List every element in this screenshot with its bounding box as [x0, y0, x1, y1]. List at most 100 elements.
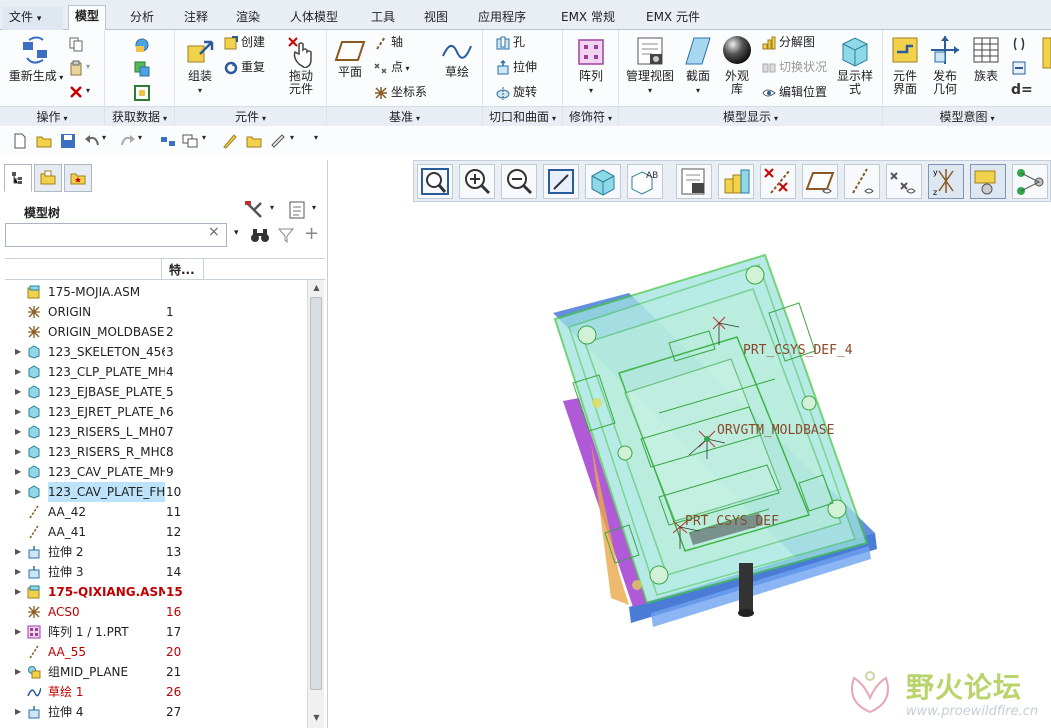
tree-row[interactable]: AA_55 20: [5, 642, 307, 662]
group-label-cut-surface[interactable]: 切口和曲面 ▾: [483, 106, 562, 126]
assemble-button[interactable]: 组装 ▾: [181, 36, 219, 97]
chevron-down-icon[interactable]: ▾: [270, 203, 274, 212]
tree-scrollbar[interactable]: ▲ ▼: [307, 280, 324, 728]
expand-arrow-icon[interactable]: ▶: [15, 342, 25, 362]
chevron-down-icon[interactable]: ▾: [138, 133, 142, 142]
tab-render[interactable]: 渲染: [230, 7, 266, 30]
axis-button[interactable]: 轴: [373, 32, 403, 52]
csys-display-button[interactable]: yz: [928, 164, 964, 199]
expand-arrow-icon[interactable]: ▶: [15, 562, 25, 582]
chevron-down-icon[interactable]: ▾: [202, 133, 206, 142]
tree-row[interactable]: ▶ 175-QIXIANG.ASM 15: [5, 582, 307, 602]
tab-emx-components[interactable]: EMX 元件: [640, 7, 706, 30]
tree-row[interactable]: ACS0 16: [5, 602, 307, 622]
tree-row[interactable]: ▶ 组MID_PLANE 21: [5, 662, 307, 682]
save-icon[interactable]: [60, 133, 76, 149]
switch-dimensions-icon[interactable]: [1011, 60, 1027, 76]
expand-arrow-icon[interactable]: ▶: [15, 542, 25, 562]
expand-arrow-icon[interactable]: ▶: [15, 402, 25, 422]
tree-row[interactable]: ▶ 拉伸 4 27: [5, 702, 307, 722]
group-label-datum[interactable]: 基准 ▾: [327, 106, 482, 126]
chevron-down-icon[interactable]: ▾: [86, 86, 90, 95]
appearance-library-button[interactable]: 外观 库: [719, 34, 755, 96]
tree-row[interactable]: ▶ 123_CAV_PLATE_MH 9: [5, 462, 307, 482]
tree-row[interactable]: ▶ 123_RISERS_R_MH0(8: [5, 442, 307, 462]
expand-arrow-icon[interactable]: ▶: [15, 442, 25, 462]
group-label-modifier[interactable]: 修饰符 ▾: [563, 106, 618, 126]
tree-row[interactable]: ▶ 123_EJBASE_PLATE_I 5: [5, 382, 307, 402]
tree-row[interactable]: ▶ 123_EJRET_PLATE_M 6: [5, 402, 307, 422]
datum-display-button[interactable]: [760, 164, 796, 199]
tab-model-tree[interactable]: [4, 164, 32, 192]
show-options-icon[interactable]: [288, 200, 306, 220]
shrinkwrap-icon[interactable]: [133, 84, 151, 102]
graphics-window[interactable]: PRT_CSYS_DEF_4 ORVGTM_MOLDBASE PRT_CSYS_…: [329, 203, 1051, 728]
expand-arrow-icon[interactable]: ▶: [15, 702, 25, 722]
windows-icon[interactable]: [182, 133, 198, 149]
paste-icon[interactable]: [68, 60, 84, 76]
column-feature-id[interactable]: 特...: [169, 261, 195, 278]
tree-row[interactable]: ▶ 阵列 1 / 1.PRT 17: [5, 622, 307, 642]
group-label-component[interactable]: 元件 ▾: [175, 106, 326, 126]
zoom-out-button[interactable]: [501, 164, 537, 199]
tree-row[interactable]: ▶ 123_SKELETON_456 3: [5, 342, 307, 362]
parameters-icon[interactable]: [1011, 36, 1027, 52]
expand-arrow-icon[interactable]: ▶: [15, 382, 25, 402]
relations-button[interactable]: d=: [1011, 82, 1033, 98]
expand-arrow-icon[interactable]: ▶: [15, 582, 25, 602]
expand-arrow-icon[interactable]: ▶: [15, 622, 25, 642]
tab-model[interactable]: 模型: [68, 5, 107, 31]
expand-arrow-icon[interactable]: ▶: [15, 662, 25, 682]
annotation-display-button[interactable]: [1012, 164, 1048, 199]
sketch-button[interactable]: 草绘: [439, 38, 475, 79]
tab-applications[interactable]: 应用程序: [472, 7, 532, 30]
group-label-model-display[interactable]: 模型显示 ▾: [619, 106, 882, 126]
tree-row[interactable]: AA_42 11: [5, 502, 307, 522]
toggle-state-button[interactable]: 切换状况: [761, 57, 827, 77]
family-table-button[interactable]: 族表: [969, 34, 1003, 83]
saved-orientations-button[interactable]: AB: [627, 164, 663, 199]
customize-toolbar-icon[interactable]: ▾: [314, 133, 318, 142]
tab-folder-browser[interactable]: [34, 164, 62, 192]
axis-display-button[interactable]: [844, 164, 880, 199]
edit-position-button[interactable]: 编辑位置: [761, 82, 827, 102]
chevron-down-icon[interactable]: ▾: [102, 133, 106, 142]
tree-row[interactable]: 175-MOJIA.ASM: [5, 282, 307, 302]
open-folder-icon[interactable]: [36, 133, 52, 149]
display-style-view-button[interactable]: [585, 164, 621, 199]
drag-component-button[interactable]: 拖动 元件: [281, 34, 321, 96]
manage-views-button[interactable]: 管理视图 ▾: [625, 34, 675, 97]
tree-search-input[interactable]: [8, 226, 198, 244]
folder-icon[interactable]: [246, 133, 262, 149]
copy-geometry-icon[interactable]: [133, 36, 151, 54]
group-label-model-intent[interactable]: 模型意图 ▾: [883, 106, 1051, 126]
plane-display-button[interactable]: [802, 164, 838, 199]
overflow-icon[interactable]: [1041, 36, 1051, 76]
publish-geometry-button[interactable]: 发布 几何: [927, 34, 963, 96]
tree-row[interactable]: ORIGIN_MOLDBASE 2: [5, 322, 307, 342]
tree-row[interactable]: ▶ 拉伸 2 13: [5, 542, 307, 562]
tab-annotate[interactable]: 注释: [178, 7, 214, 30]
redo-icon[interactable]: [120, 133, 136, 149]
new-file-icon[interactable]: [12, 133, 28, 149]
section-button[interactable]: 截面 ▾: [681, 34, 715, 97]
exploded-view-button[interactable]: 分解图: [761, 32, 815, 52]
chevron-down-icon[interactable]: ▾: [86, 62, 90, 71]
tab-emx-general[interactable]: EMX 常规: [555, 7, 621, 30]
pattern-button[interactable]: 阵列 ▾: [571, 36, 611, 97]
hole-button[interactable]: 孔: [495, 32, 525, 52]
appearance-button[interactable]: [718, 164, 754, 199]
point-button[interactable]: 点 ▾: [373, 57, 410, 77]
regenerate-small-icon[interactable]: [160, 133, 176, 149]
point-display-button[interactable]: [886, 164, 922, 199]
expand-arrow-icon[interactable]: ▶: [15, 462, 25, 482]
scroll-down-arrow[interactable]: ▼: [309, 710, 324, 726]
chevron-down-icon[interactable]: ▾: [312, 203, 316, 212]
component-interface-button[interactable]: 元件 界面: [887, 34, 923, 96]
extrude-button[interactable]: 拉伸: [495, 57, 537, 77]
tab-favorites[interactable]: [64, 164, 92, 192]
group-label-get-data[interactable]: 获取数据 ▾: [105, 106, 174, 126]
csys-button[interactable]: 坐标系: [373, 82, 427, 102]
merge-icon[interactable]: [133, 60, 151, 78]
scroll-up-arrow[interactable]: ▲: [309, 280, 324, 296]
